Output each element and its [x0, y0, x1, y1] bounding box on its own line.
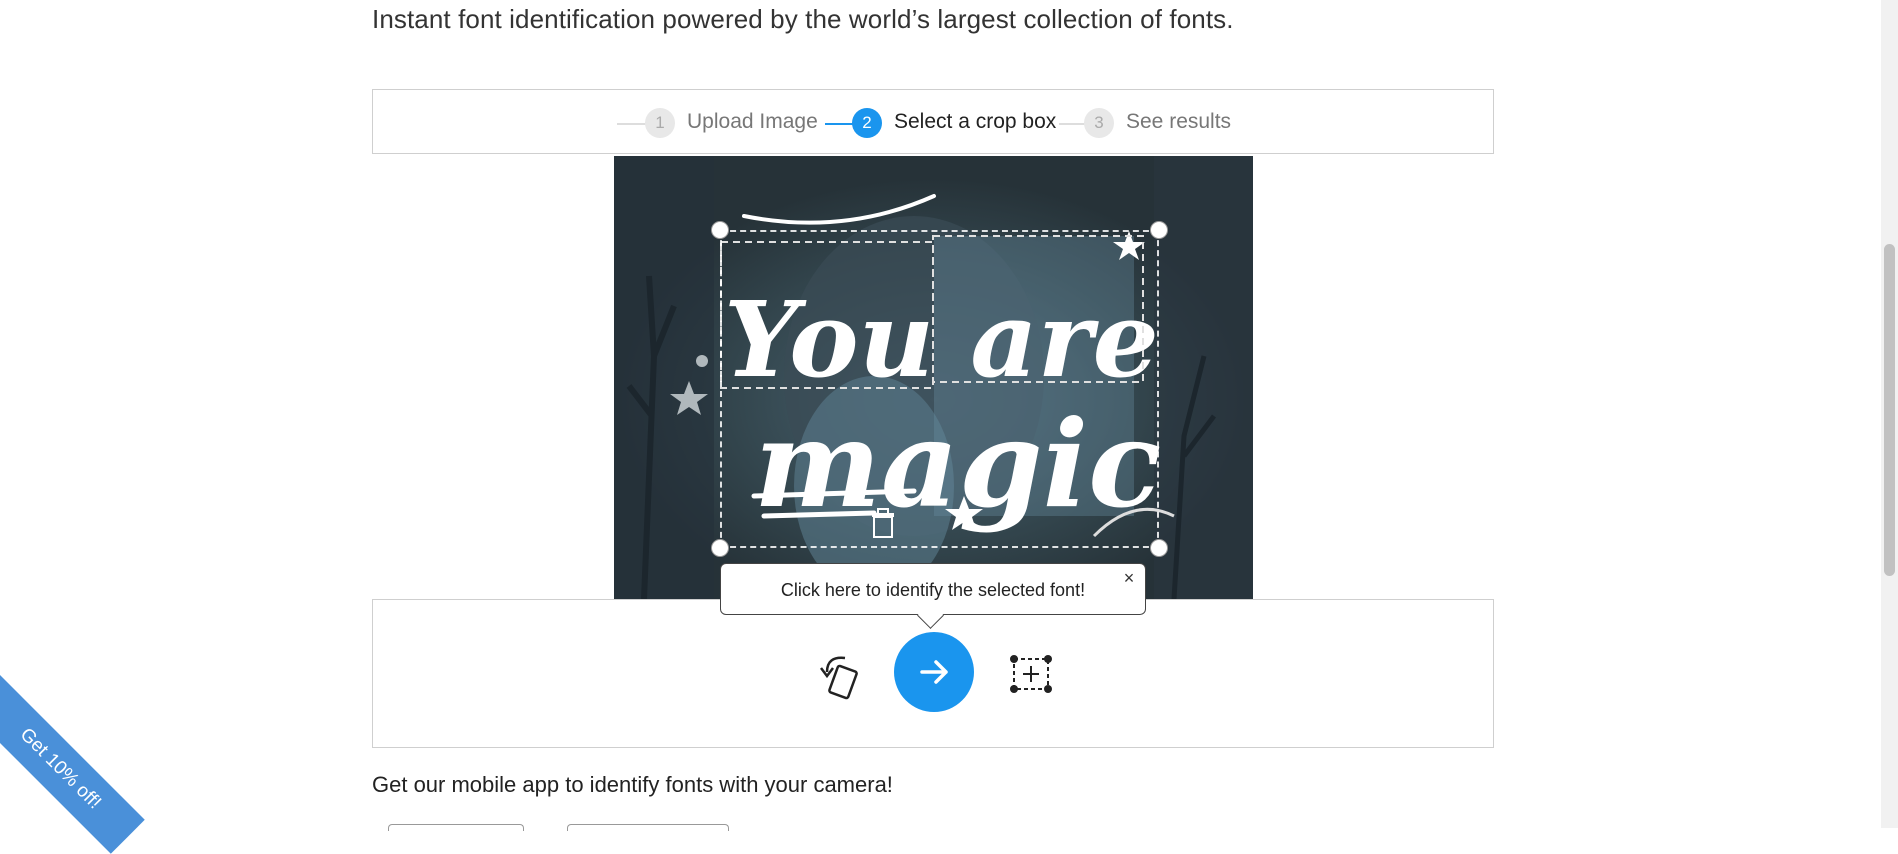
page-tagline: Instant font identification powered by t…: [372, 4, 1234, 34]
step-1-line: [617, 123, 647, 125]
crop-handle-top-right[interactable]: [1150, 221, 1168, 239]
identify-tooltip: Click here to identify the selected font…: [720, 563, 1146, 629]
step-2-number: 2: [852, 108, 882, 138]
step-3-label: See results: [1126, 110, 1232, 133]
step-1-label: Upload Image: [687, 110, 818, 133]
step-1-number: 1: [645, 108, 675, 138]
tooltip-close-icon[interactable]: ×: [1119, 568, 1139, 588]
discount-caret-icon[interactable]: ▲: [11, 794, 23, 808]
step-2-line: [825, 123, 853, 125]
add-crop-box-icon: [1010, 655, 1052, 693]
tooltip-text: Click here to identify the selected font…: [780, 580, 1086, 600]
step-3-number: 3: [1084, 108, 1114, 138]
crop-handle-top-left[interactable]: [711, 221, 729, 239]
step-3-line: [1059, 123, 1087, 125]
step-2-label: Select a crop box: [894, 110, 1057, 133]
arrow-right-icon: [920, 660, 948, 684]
discount-ribbon-text[interactable]: Get 10% off!: [0, 705, 124, 834]
crop-handle-bottom-right[interactable]: [1150, 539, 1168, 557]
identify-font-button[interactable]: [894, 632, 974, 712]
crop-handle-bottom-left[interactable]: [711, 539, 729, 557]
crop-box[interactable]: [720, 230, 1159, 548]
steps-bar: 1 Upload Image 2 Select a crop box 3 See…: [372, 89, 1494, 154]
scrollbar-thumb[interactable]: [1884, 244, 1895, 576]
rotate-button[interactable]: [817, 650, 867, 702]
discount-ribbon[interactable]: [0, 664, 145, 854]
page-scrollbar[interactable]: [1881, 0, 1898, 828]
mobile-app-promo-text: Get our mobile app to identify fonts wit…: [372, 772, 893, 797]
rotate-icon: [820, 656, 858, 700]
add-crop-box-button[interactable]: [1009, 654, 1053, 694]
